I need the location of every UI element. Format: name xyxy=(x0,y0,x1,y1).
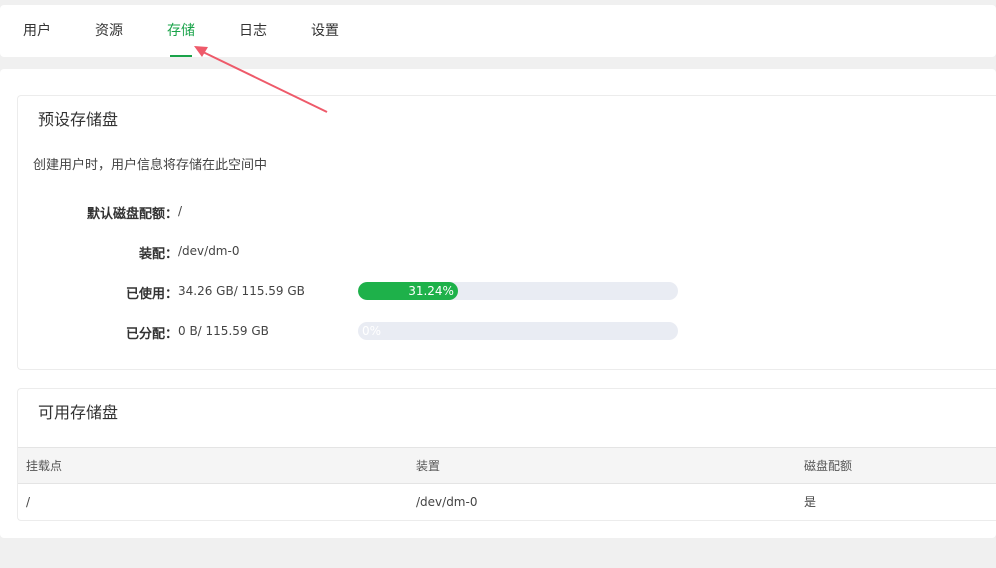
quota-value: / xyxy=(178,204,183,218)
allocated-label: 已分配： xyxy=(125,327,178,342)
preset-storage-title: 预设存储盘 xyxy=(38,110,119,129)
tab-users[interactable]: 用户 xyxy=(23,5,51,57)
allocated-value: 0 B/ 115.59 GB xyxy=(178,324,269,338)
allocated-progress-text: 0% xyxy=(362,324,382,338)
column-device: 装置 xyxy=(416,459,441,473)
used-progress-fill: 31.24% xyxy=(358,282,458,300)
available-storage-card: 可用存储盘 挂载点 装置 磁盘配额 / /dev/dm-0 是 xyxy=(17,388,996,521)
tab-settings[interactable]: 设置 xyxy=(311,5,339,57)
active-tab-indicator xyxy=(170,55,192,57)
table-row[interactable]: / /dev/dm-0 是 xyxy=(18,484,996,521)
column-disk-quota: 磁盘配额 xyxy=(804,459,853,473)
cell-device: /dev/dm-0 xyxy=(416,495,478,509)
used-value: 34.26 GB/ 115.59 GB xyxy=(178,284,305,298)
used-progress-text: 31.24% xyxy=(408,284,454,298)
available-storage-title: 可用存储盘 xyxy=(38,403,119,422)
allocated-row: 已分配： 0 B/ 115.59 GB 0% xyxy=(18,321,718,343)
mount-value: /dev/dm-0 xyxy=(178,244,240,258)
quota-label: 默认磁盘配额： xyxy=(86,207,178,222)
quota-row: 默认磁盘配额： / xyxy=(18,201,718,223)
cell-disk-quota: 是 xyxy=(804,495,817,509)
preset-storage-description: 创建用户时，用户信息将存储在此空间中 xyxy=(33,158,268,173)
allocated-progress-bar: 0% xyxy=(358,322,678,340)
tab-bar: 用户 资源 存储 日志 设置 xyxy=(0,5,996,57)
mount-label: 装配： xyxy=(138,247,178,262)
used-row: 已使用： 34.26 GB/ 115.59 GB 31.24% xyxy=(18,281,718,303)
main-panel: 预设存储盘 创建用户时，用户信息将存储在此空间中 默认磁盘配额： / 装配： /… xyxy=(0,69,996,538)
tab-resources[interactable]: 资源 xyxy=(95,5,123,57)
table-header: 挂载点 装置 磁盘配额 xyxy=(18,447,996,484)
column-mount-point: 挂载点 xyxy=(26,459,63,473)
preset-storage-card: 预设存储盘 创建用户时，用户信息将存储在此空间中 默认磁盘配额： / 装配： /… xyxy=(17,95,996,370)
tab-logs[interactable]: 日志 xyxy=(239,5,267,57)
used-label: 已使用： xyxy=(125,287,178,302)
used-progress-bar: 31.24% xyxy=(358,282,678,300)
tab-storage[interactable]: 存储 xyxy=(167,5,195,57)
mount-row: 装配： /dev/dm-0 xyxy=(18,241,718,263)
cell-mount-point: / xyxy=(26,495,31,509)
